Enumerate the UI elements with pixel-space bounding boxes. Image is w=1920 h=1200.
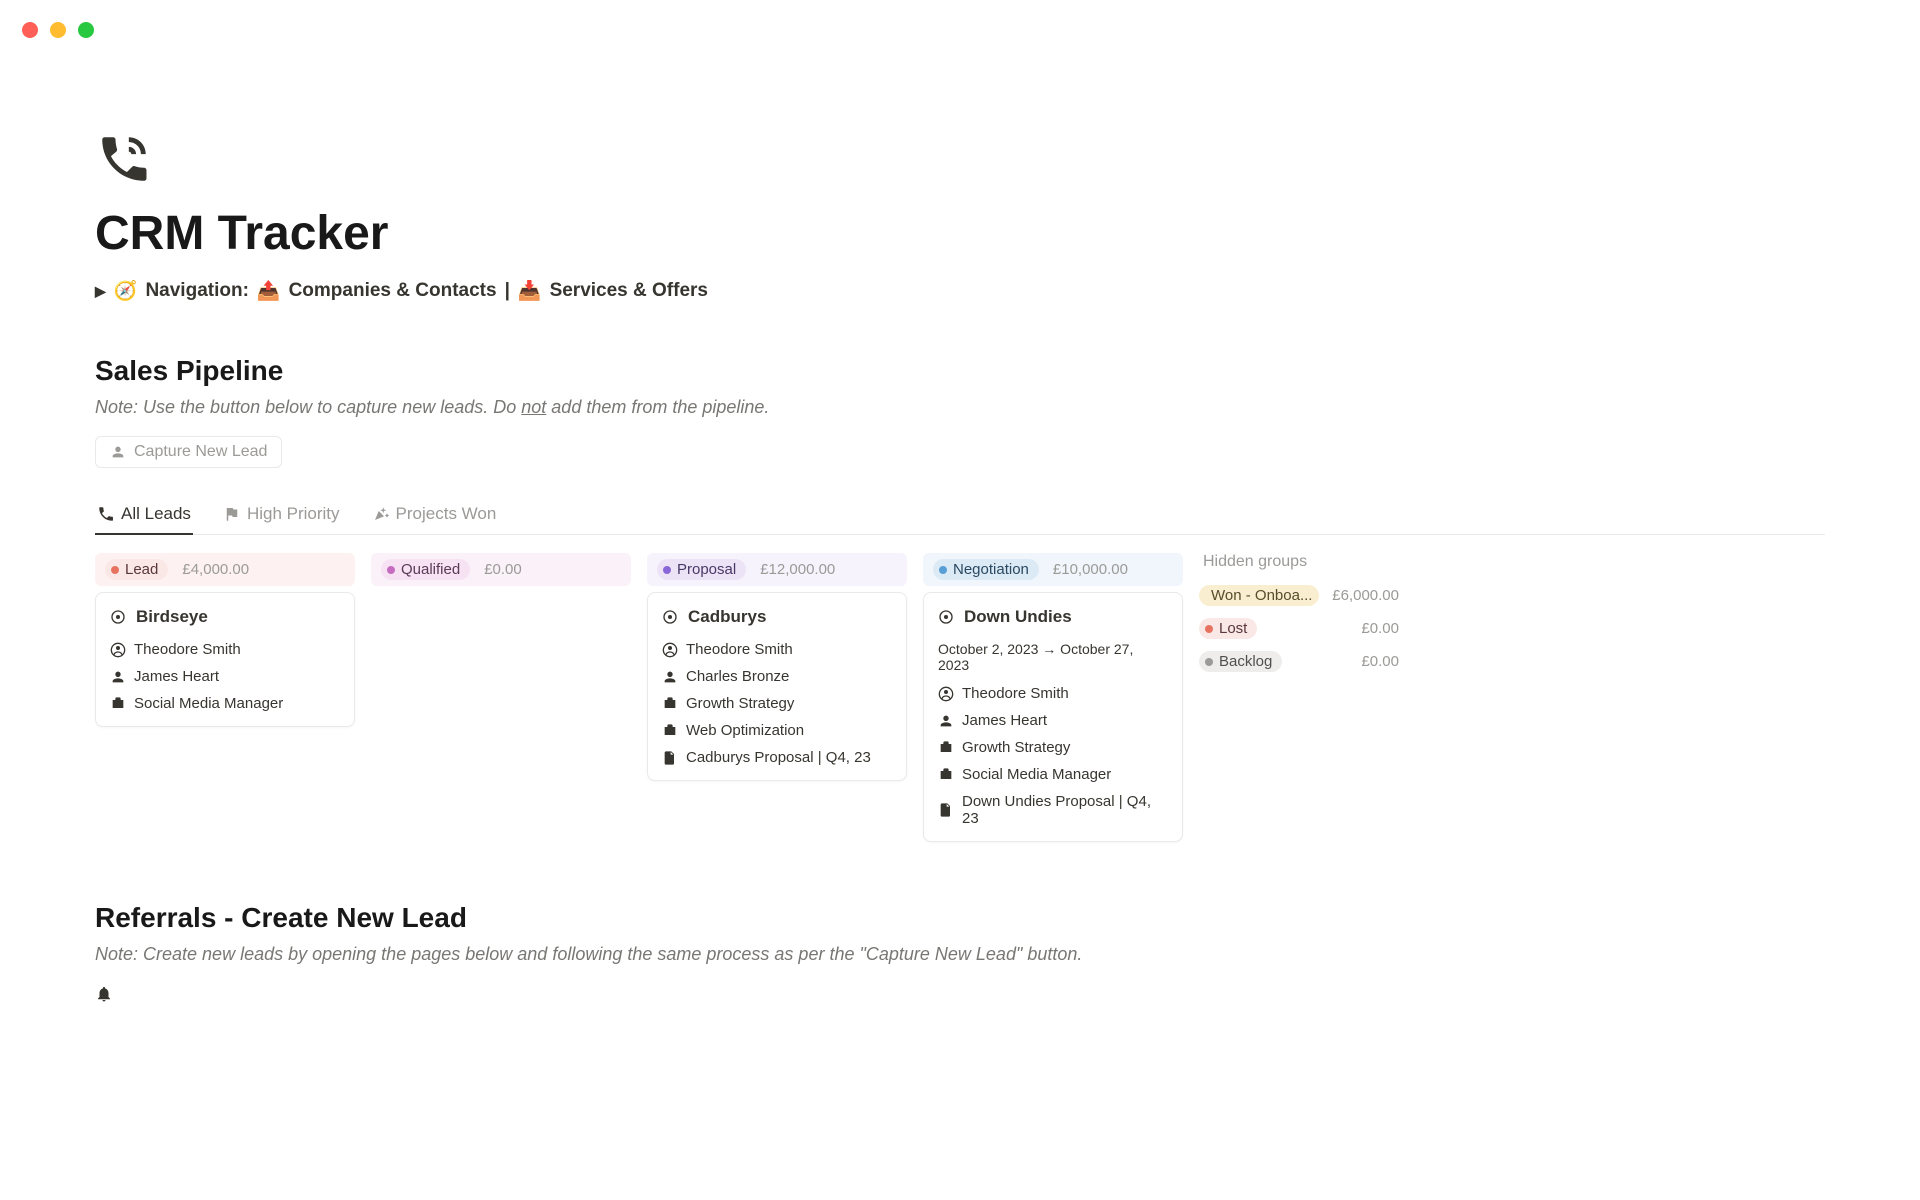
card-service: Growth Strategy	[962, 739, 1070, 756]
tab-label: High Priority	[247, 504, 340, 524]
toggle-arrow-icon: ▶	[95, 283, 106, 300]
card-date-range: October 2, 2023 → October 27, 2023	[938, 641, 1168, 673]
outbox-icon: 📤	[257, 279, 281, 303]
briefcase-icon	[938, 740, 954, 756]
user-circle-icon	[662, 642, 678, 658]
card-document: Down Undies Proposal | Q4, 23	[962, 793, 1168, 827]
confetti-icon	[372, 505, 390, 523]
nav-link-companies[interactable]: Companies & Contacts	[289, 280, 497, 302]
tab-projects-won[interactable]: Projects Won	[370, 496, 499, 534]
hidden-group-lost[interactable]: Lost £0.00	[1199, 618, 1399, 639]
page-title: CRM Tracker	[95, 206, 1825, 261]
card-birdseye[interactable]: Birdseye Theodore Smith James Heart Soci…	[95, 592, 355, 727]
minimize-window-button[interactable]	[50, 22, 66, 38]
maximize-window-button[interactable]	[78, 22, 94, 38]
phone-icon	[97, 505, 115, 523]
section-title-pipeline: Sales Pipeline	[95, 355, 1825, 387]
hidden-group-backlog[interactable]: Backlog £0.00	[1199, 651, 1399, 672]
bell-icon[interactable]	[95, 985, 1825, 1008]
inbox-icon: 📥	[518, 279, 542, 303]
person-icon	[938, 713, 954, 729]
card-title-text: Birdseye	[136, 607, 208, 627]
card-service: Growth Strategy	[686, 695, 794, 712]
card-title-text: Cadburys	[688, 607, 766, 627]
column-amount: £10,000.00	[1053, 561, 1128, 578]
target-icon	[110, 609, 126, 625]
card-contact: Charles Bronze	[686, 668, 789, 685]
page-icon-phone[interactable]	[95, 130, 153, 188]
tab-all-leads[interactable]: All Leads	[95, 496, 193, 534]
briefcase-icon	[662, 723, 678, 739]
user-circle-icon	[110, 642, 126, 658]
flag-icon	[223, 505, 241, 523]
stage-tag-proposal: Proposal	[657, 559, 746, 580]
navigation-toggle[interactable]: ▶ 🧭 Navigation: 📤 Companies & Contacts |…	[95, 279, 1825, 303]
column-amount: £12,000.00	[760, 561, 835, 578]
capture-new-lead-button[interactable]: Capture New Lead	[95, 436, 282, 468]
close-window-button[interactable]	[22, 22, 38, 38]
user-circle-icon	[938, 686, 954, 702]
card-owner: James Heart	[134, 668, 219, 685]
referrals-note: Note: Create new leads by opening the pa…	[95, 944, 1825, 965]
column-lead: Lead £4,000.00 Birdseye Theodore Smith J…	[95, 553, 355, 842]
nav-separator: |	[505, 280, 510, 302]
stage-tag-negotiation: Negotiation	[933, 559, 1039, 580]
hidden-group-won[interactable]: Won - Onboa... £6,000.00	[1199, 585, 1399, 606]
view-tabs: All Leads High Priority Projects Won	[95, 496, 1825, 535]
nav-label: Navigation:	[145, 280, 248, 302]
kanban-board: Lead £4,000.00 Birdseye Theodore Smith J…	[95, 553, 1825, 842]
stage-tag-lead: Lead	[105, 559, 168, 580]
document-icon	[938, 802, 954, 818]
column-header-proposal[interactable]: Proposal £12,000.00	[647, 553, 907, 586]
column-header-lead[interactable]: Lead £4,000.00	[95, 553, 355, 586]
compass-icon: 🧭	[114, 279, 138, 303]
card-contact: Theodore Smith	[962, 685, 1069, 702]
tab-high-priority[interactable]: High Priority	[221, 496, 342, 534]
card-document: Cadburys Proposal | Q4, 23	[686, 749, 871, 766]
column-amount: £4,000.00	[182, 561, 249, 578]
card-service: Social Media Manager	[134, 695, 283, 712]
column-qualified: Qualified £0.00	[371, 553, 631, 842]
column-negotiation: Negotiation £10,000.00 Down Undies Octob…	[923, 553, 1183, 842]
column-proposal: Proposal £12,000.00 Cadburys Theodore Sm…	[647, 553, 907, 842]
column-header-qualified[interactable]: Qualified £0.00	[371, 553, 631, 586]
card-down-undies[interactable]: Down Undies October 2, 2023 → October 27…	[923, 592, 1183, 842]
tab-label: Projects Won	[396, 504, 497, 524]
window-traffic-lights	[22, 22, 94, 38]
card-cadburys[interactable]: Cadburys Theodore Smith Charles Bronze G…	[647, 592, 907, 781]
card-contact: Theodore Smith	[134, 641, 241, 658]
section-title-referrals: Referrals - Create New Lead	[95, 902, 1825, 934]
person-add-icon	[110, 444, 126, 460]
card-service: Web Optimization	[686, 722, 804, 739]
card-contact: Theodore Smith	[686, 641, 793, 658]
stage-tag-qualified: Qualified	[381, 559, 470, 580]
capture-btn-label: Capture New Lead	[134, 443, 267, 461]
target-icon	[938, 609, 954, 625]
card-title-text: Down Undies	[964, 607, 1072, 627]
person-icon	[662, 669, 678, 685]
briefcase-icon	[938, 767, 954, 783]
column-amount: £0.00	[484, 561, 522, 578]
tab-label: All Leads	[121, 504, 191, 524]
card-owner: James Heart	[962, 712, 1047, 729]
hidden-groups-title: Hidden groups	[1199, 553, 1399, 571]
document-icon	[662, 750, 678, 766]
card-service: Social Media Manager	[962, 766, 1111, 783]
briefcase-icon	[110, 696, 126, 712]
person-icon	[110, 669, 126, 685]
hidden-groups: Hidden groups Won - Onboa... £6,000.00 L…	[1199, 553, 1399, 842]
briefcase-icon	[662, 696, 678, 712]
target-icon	[662, 609, 678, 625]
pipeline-note: Note: Use the button below to capture ne…	[95, 397, 1825, 418]
nav-link-services[interactable]: Services & Offers	[550, 280, 708, 302]
column-header-negotiation[interactable]: Negotiation £10,000.00	[923, 553, 1183, 586]
